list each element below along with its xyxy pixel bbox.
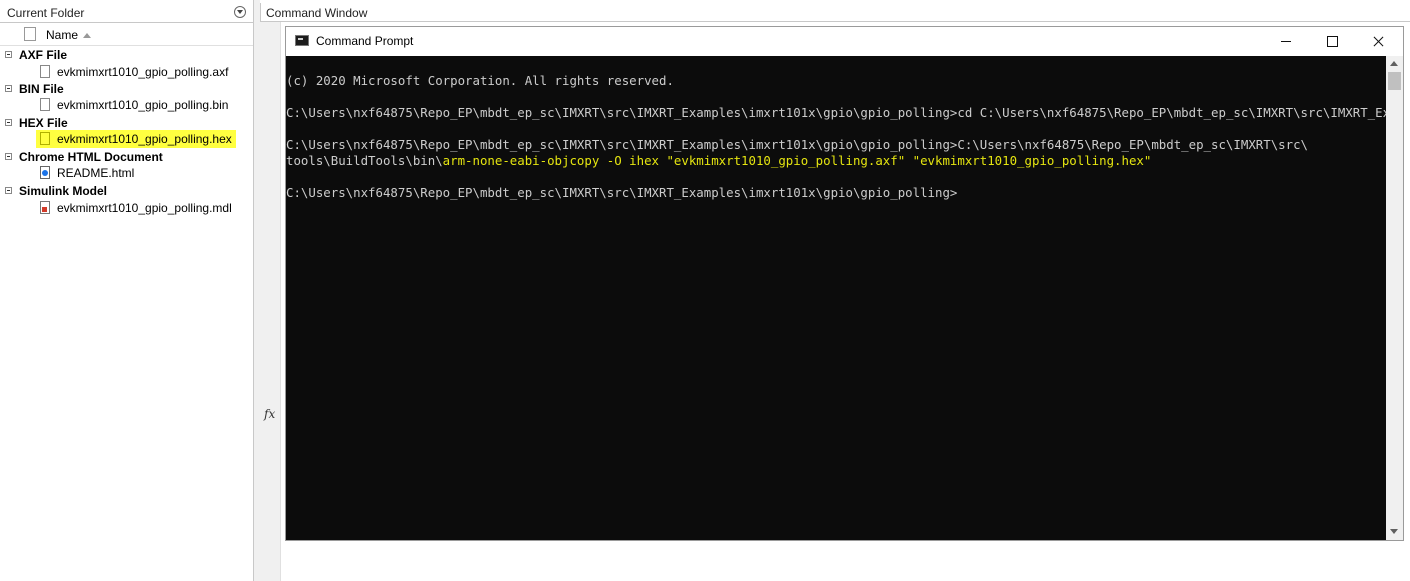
command-prompt-icon bbox=[295, 35, 309, 46]
collapse-icon[interactable] bbox=[5, 119, 12, 126]
chrome-html-icon bbox=[40, 166, 50, 179]
current-folder-title: Current Folder bbox=[7, 6, 85, 20]
group-label: HEX File bbox=[19, 116, 68, 130]
console-objcopy-command: arm-none-eabi-objcopy -O ihex "evkmimxrt… bbox=[442, 153, 1152, 168]
file-item-bin[interactable]: evkmimxrt1010_gpio_polling.bin bbox=[38, 97, 248, 113]
file-name: evkmimxrt1010_gpio_polling.hex bbox=[57, 132, 232, 146]
file-item-readme[interactable]: README.html bbox=[38, 165, 248, 181]
group-label: Simulink Model bbox=[19, 184, 108, 198]
command-prompt-title: Command Prompt bbox=[316, 34, 414, 48]
console-line-prompt: C:\Users\nxf64875\Repo_EP\mbdt_ep_sc\IMX… bbox=[286, 185, 958, 200]
console-objcopy-prefix: tools\BuildTools\bin\ bbox=[286, 153, 443, 168]
current-folder-title-bar: Current Folder bbox=[0, 3, 253, 23]
name-column-label: Name bbox=[46, 28, 79, 42]
file-name: evkmimxrt1010_gpio_polling.bin bbox=[57, 98, 229, 112]
group-chrome-html-document[interactable]: Chrome HTML Document bbox=[0, 149, 253, 165]
fx-icon[interactable]: fx bbox=[264, 407, 275, 421]
file-name: evkmimxrt1010_gpio_polling.axf bbox=[57, 65, 229, 79]
scroll-up-icon[interactable] bbox=[1390, 61, 1398, 66]
group-bin-file[interactable]: BIN File bbox=[0, 81, 253, 97]
group-label: BIN File bbox=[19, 82, 64, 96]
name-column-header[interactable]: Name bbox=[0, 24, 253, 46]
file-item-axf[interactable]: evkmimxrt1010_gpio_polling.axf bbox=[38, 64, 248, 80]
console-line-objcopy-2: tools\BuildTools\bin\arm-none-eabi-objco… bbox=[286, 153, 1151, 169]
console-output[interactable]: (c) 2020 Microsoft Corporation. All righ… bbox=[286, 56, 1386, 540]
command-prompt-window[interactable]: Command Prompt (c) 2020 Microsoft Corpor… bbox=[285, 26, 1404, 541]
collapse-icon[interactable] bbox=[5, 85, 12, 92]
hex-document-icon bbox=[40, 132, 50, 145]
collapse-icon[interactable] bbox=[5, 153, 12, 160]
current-folder-panel: Current Folder Name AXF File evkmimxrt10… bbox=[0, 0, 254, 581]
console-line-objcopy-1: C:\Users\nxf64875\Repo_EP\mbdt_ep_sc\IMX… bbox=[286, 137, 1308, 152]
console-line-copyright: (c) 2020 Microsoft Corporation. All righ… bbox=[286, 73, 674, 88]
command-prompt-title-bar[interactable]: Command Prompt bbox=[286, 27, 1403, 56]
close-button[interactable] bbox=[1355, 27, 1401, 56]
file-type-column-icon bbox=[24, 27, 36, 41]
group-hex-file[interactable]: HEX File bbox=[0, 115, 253, 131]
collapse-icon[interactable] bbox=[5, 51, 12, 58]
group-label: AXF File bbox=[19, 48, 68, 62]
command-window-gutter: fx bbox=[260, 22, 281, 581]
console-cd-path: C:\Users\nxf64875\Repo_EP\mbdt_ep_sc\IMX… bbox=[979, 105, 1386, 120]
group-axf-file[interactable]: AXF File bbox=[0, 47, 253, 63]
document-icon bbox=[40, 98, 50, 111]
document-icon bbox=[40, 65, 50, 78]
command-window-title: Command Window bbox=[266, 6, 368, 20]
sort-ascending-icon bbox=[83, 33, 91, 38]
file-item-hex[interactable]: evkmimxrt1010_gpio_polling.hex bbox=[38, 131, 248, 147]
maximize-button[interactable] bbox=[1309, 27, 1355, 56]
command-window-title-bar: Command Window bbox=[260, 3, 1410, 22]
file-name: README.html bbox=[57, 166, 135, 180]
console-line-cd: C:\Users\nxf64875\Repo_EP\mbdt_ep_sc\IMX… bbox=[286, 105, 1386, 121]
simulink-model-icon bbox=[40, 201, 50, 214]
minimize-button[interactable] bbox=[1263, 27, 1309, 56]
console-scrollbar[interactable] bbox=[1386, 56, 1403, 540]
file-name: evkmimxrt1010_gpio_polling.mdl bbox=[57, 201, 232, 215]
group-simulink-model[interactable]: Simulink Model bbox=[0, 183, 253, 199]
collapse-icon[interactable] bbox=[5, 187, 12, 194]
file-item-mdl[interactable]: evkmimxrt1010_gpio_polling.mdl bbox=[38, 200, 248, 216]
scroll-thumb[interactable] bbox=[1388, 72, 1401, 90]
panel-menu-icon[interactable] bbox=[234, 6, 246, 18]
group-label: Chrome HTML Document bbox=[19, 150, 163, 164]
scroll-down-icon[interactable] bbox=[1390, 529, 1398, 534]
